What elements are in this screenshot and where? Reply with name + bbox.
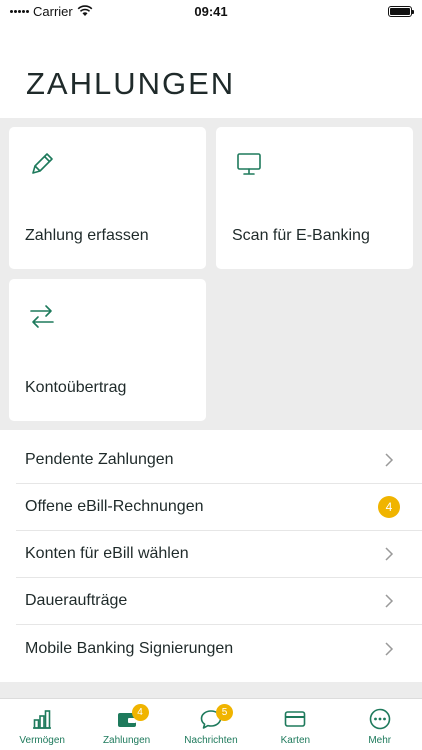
list-bottom-spacer (0, 682, 422, 698)
list-item-dauerauftraege[interactable]: Daueraufträge (16, 578, 422, 625)
signal-icon (10, 9, 29, 13)
carrier-label: Carrier (33, 3, 73, 19)
tile-scan-e-banking[interactable]: Scan für E-Banking (216, 127, 413, 269)
tab-label: Vermögen (19, 735, 65, 746)
tab-badge: 5 (215, 704, 233, 721)
list-item-label: Daueraufträge (25, 592, 128, 609)
tab-badge: 4 (131, 704, 149, 721)
tile-zahlung-erfassen[interactable]: Zahlung erfassen (9, 127, 206, 269)
pencil-icon (32, 153, 53, 174)
chevron-right-icon (385, 641, 394, 656)
chevron-right-icon (385, 453, 394, 467)
list-item-signierungen[interactable]: Mobile Banking Signierungen (16, 625, 422, 672)
quick-actions-area: Zahlung erfassen Scan für E-Banking Kont… (0, 118, 422, 430)
tab-label: Zahlungen (102, 735, 151, 746)
tile-label: Scan für E-Banking (232, 227, 370, 244)
tab-vermoegen[interactable]: Vermögen (0, 699, 84, 750)
tile-label: Kontoübertrag (25, 379, 127, 396)
list-item-label: Mobile Banking Signierungen (25, 639, 234, 657)
list-item-konten-ebill[interactable]: Konten für eBill wählen (16, 531, 422, 578)
tile-label: Zahlung erfassen (25, 227, 149, 244)
wifi-icon (77, 5, 93, 16)
transfer-arrows-icon (30, 305, 54, 328)
list-item-label: Konten für eBill wählen (25, 545, 189, 562)
bar-chart-icon (33, 710, 52, 729)
page-title: ZAHLUNGEN (26, 66, 236, 101)
list-item-label: Offene eBill-Rechnungen (25, 498, 204, 515)
tab-nachrichten[interactable]: 5 Nachrichten (169, 699, 253, 750)
list-item-offene-ebill[interactable]: Offene eBill-Rechnungen 4 (16, 484, 422, 531)
payments-list: Pendente Zahlungen Offene eBill-Rechnung… (0, 437, 422, 672)
tab-zahlungen[interactable]: 4 Zahlungen (85, 699, 169, 750)
list-item-pendente-zahlungen[interactable]: Pendente Zahlungen (16, 437, 422, 484)
status-bar: Carrier 09:41 (0, 0, 422, 22)
chevron-right-icon (385, 594, 394, 608)
count-badge: 4 (378, 496, 400, 518)
tile-kontouebertrag[interactable]: Kontoübertrag (9, 279, 206, 421)
tab-karten[interactable]: Karten (253, 699, 337, 750)
battery-icon (388, 5, 414, 17)
more-dots-icon (369, 708, 391, 730)
status-left: Carrier (10, 4, 93, 19)
tab-mehr[interactable]: Mehr (338, 699, 422, 750)
chevron-right-icon (385, 547, 394, 561)
list-item-label: Pendente Zahlungen (25, 451, 174, 468)
monitor-icon (237, 153, 261, 175)
tab-label: Karten (280, 735, 311, 746)
credit-card-icon (285, 711, 306, 727)
tab-bar: Vermögen 4 Zahlungen 5 Nachrichten Karte… (0, 698, 422, 750)
tab-label: Nachrichten (184, 735, 238, 746)
tab-label: Mehr (368, 735, 392, 746)
